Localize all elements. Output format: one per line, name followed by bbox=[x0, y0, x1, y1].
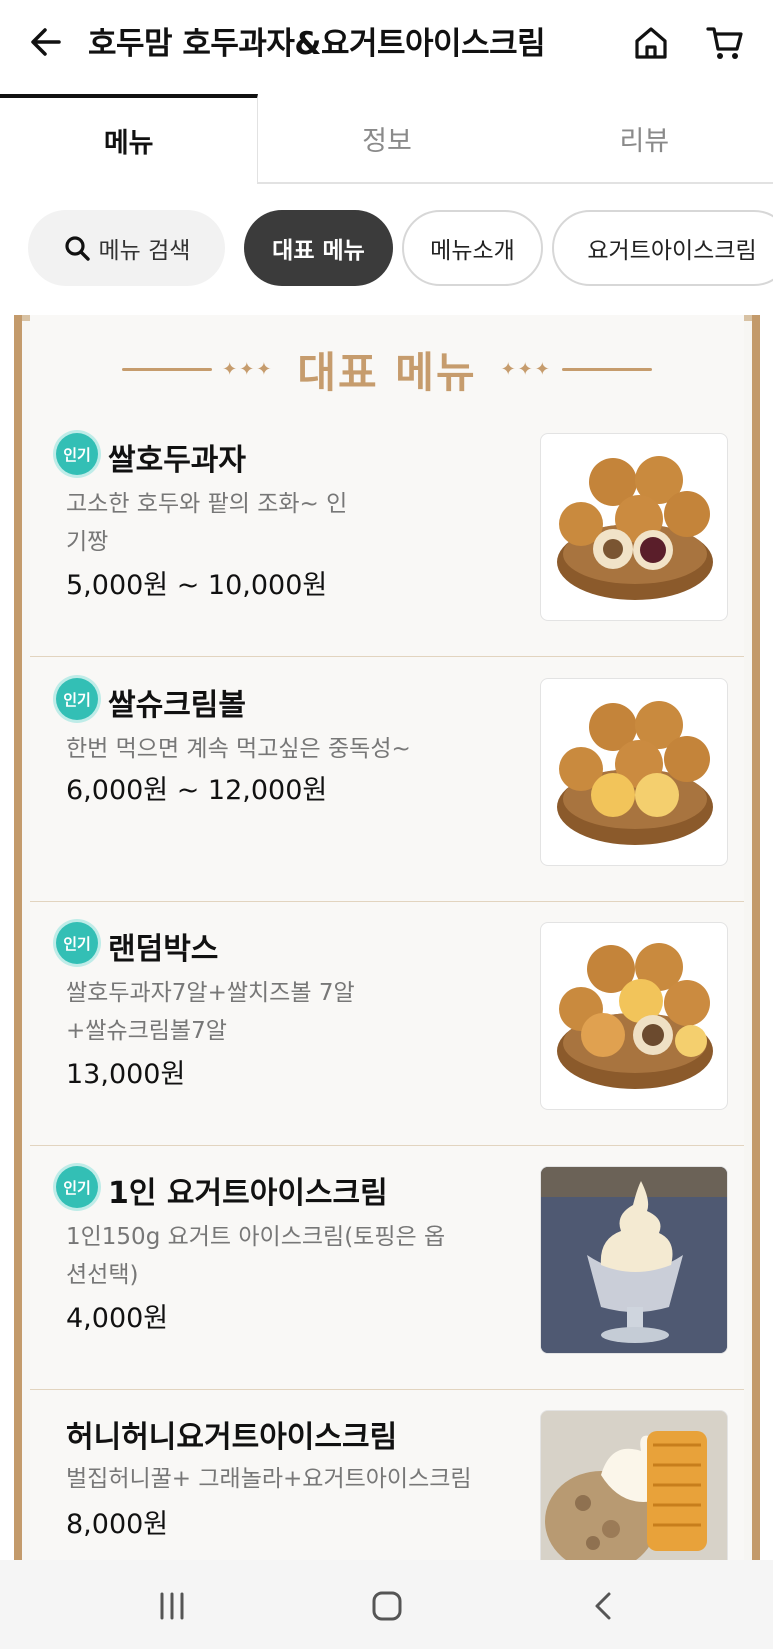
title-ornament-dots-right: ✦✦✦ bbox=[500, 358, 552, 380]
arrow-left-icon bbox=[31, 28, 61, 56]
menu-item-image bbox=[540, 922, 728, 1110]
menu-item-image bbox=[540, 1410, 728, 1560]
cart-button[interactable] bbox=[702, 20, 748, 66]
menu-item-price: 5,000원 ~ 10,000원 bbox=[66, 570, 328, 601]
title-ornament-dots-left: ✦✦✦ bbox=[222, 358, 274, 380]
menu-item[interactable]: 인기 1인 요거트아이스크림 1인150g 요거트 아이스크림(토핑은 옵션선택… bbox=[30, 1146, 744, 1390]
menu-item[interactable]: 허니허니요거트아이스크림 벌집허니꿀+ 그래놀라+요거트아이스크림 8,000원 bbox=[30, 1390, 744, 1560]
menu-item-image bbox=[540, 1166, 728, 1354]
popular-badge: 인기 bbox=[56, 433, 98, 475]
category-chips: 메뉴 검색 대표 메뉴 메뉴소개 요거트아이스크림 bbox=[0, 210, 773, 290]
menu-item-desc: 한번 먹으면 계속 먹고싶은 중독성~ bbox=[66, 736, 411, 762]
cart-icon bbox=[706, 27, 743, 59]
menu-item-name: 쌀슈크림볼 bbox=[108, 688, 246, 723]
back-button[interactable] bbox=[24, 20, 68, 64]
system-back-button[interactable] bbox=[580, 1582, 628, 1630]
menu-item-name: 허니허니요거트아이스크림 bbox=[66, 1420, 398, 1455]
menu-item-price: 8,000원 bbox=[66, 1509, 169, 1540]
tab-menu[interactable]: 메뉴 bbox=[0, 94, 259, 184]
menu-item-desc: 벌집허니꿀+ 그래놀라+요거트아이스크림 bbox=[66, 1466, 472, 1492]
menu-item-image bbox=[540, 433, 728, 621]
home-button[interactable] bbox=[628, 20, 674, 66]
recent-apps-button[interactable] bbox=[148, 1582, 196, 1630]
system-home-button[interactable] bbox=[363, 1582, 411, 1630]
recent-apps-icon bbox=[160, 1592, 184, 1620]
menu-item-image bbox=[540, 678, 728, 866]
tab-bar: 메뉴 정보 리뷰 bbox=[0, 94, 773, 184]
tab-info[interactable]: 정보 bbox=[258, 94, 515, 182]
search-icon bbox=[63, 234, 91, 262]
menu-item-price: 4,000원 bbox=[66, 1303, 169, 1334]
system-nav-bar bbox=[0, 1560, 773, 1649]
board-title: ✦✦✦ 대표 메뉴 ✦✦✦ bbox=[30, 339, 744, 399]
board-title-text: 대표 메뉴 bbox=[297, 347, 477, 397]
menu-item-name: 랜덤박스 bbox=[108, 932, 219, 967]
tab-review[interactable]: 리뷰 bbox=[516, 94, 773, 182]
menu-item[interactable]: 인기 랜덤박스 쌀호두과자7알+쌀치즈볼 7알+쌀슈크림볼7알 13,000원 bbox=[30, 902, 744, 1146]
chip-menu-intro[interactable]: 메뉴소개 bbox=[402, 210, 543, 286]
menu-item-price: 13,000원 bbox=[66, 1059, 186, 1090]
menu-item-name: 쌀호두과자 bbox=[108, 443, 246, 478]
popular-badge: 인기 bbox=[56, 678, 98, 720]
menu-item-name: 1인 요거트아이스크림 bbox=[108, 1176, 388, 1211]
menu-search-button[interactable]: 메뉴 검색 bbox=[28, 210, 225, 286]
home-square-icon bbox=[372, 1591, 402, 1621]
page-title: 호두맘 호두과자&요거트아이스크림 bbox=[88, 26, 546, 62]
menu-item-desc: 쌀호두과자7알+쌀치즈볼 7알+쌀슈크림볼7알 bbox=[66, 980, 355, 1044]
popular-badge: 인기 bbox=[56, 922, 98, 964]
chip-featured-menu[interactable]: 대표 메뉴 bbox=[244, 210, 393, 286]
home-icon bbox=[635, 27, 667, 59]
menu-item[interactable]: 인기 쌀호두과자 고소한 호두와 팥의 조화~ 인기짱 5,000원 ~ 10,… bbox=[30, 413, 744, 657]
board-inner: ✦✦✦ 대표 메뉴 ✦✦✦ 인기 쌀호두과자 고소한 호두와 팥의 조화~ 인기… bbox=[30, 315, 744, 1560]
back-chevron-icon bbox=[595, 1592, 611, 1620]
search-label: 메뉴 검색 bbox=[98, 238, 191, 264]
popular-badge: 인기 bbox=[56, 1166, 98, 1208]
title-ornament-line-right bbox=[561, 367, 652, 371]
title-ornament-line-left bbox=[122, 367, 213, 371]
chip-yogurt-icecream[interactable]: 요거트아이스크림 bbox=[552, 210, 773, 286]
menu-item-price: 6,000원 ~ 12,000원 bbox=[66, 775, 328, 806]
app-header: 호두맘 호두과자&요거트아이스크림 bbox=[0, 0, 773, 88]
featured-menu-board: ✦✦✦ 대표 메뉴 ✦✦✦ 인기 쌀호두과자 고소한 호두와 팥의 조화~ 인기… bbox=[14, 315, 760, 1560]
menu-item-desc: 고소한 호두와 팥의 조화~ 인기짱 bbox=[66, 491, 348, 555]
menu-item[interactable]: 인기 쌀슈크림볼 한번 먹으면 계속 먹고싶은 중독성~ 6,000원 ~ 12… bbox=[30, 658, 744, 902]
menu-item-desc: 1인150g 요거트 아이스크림(토핑은 옵션선택) bbox=[66, 1224, 446, 1288]
